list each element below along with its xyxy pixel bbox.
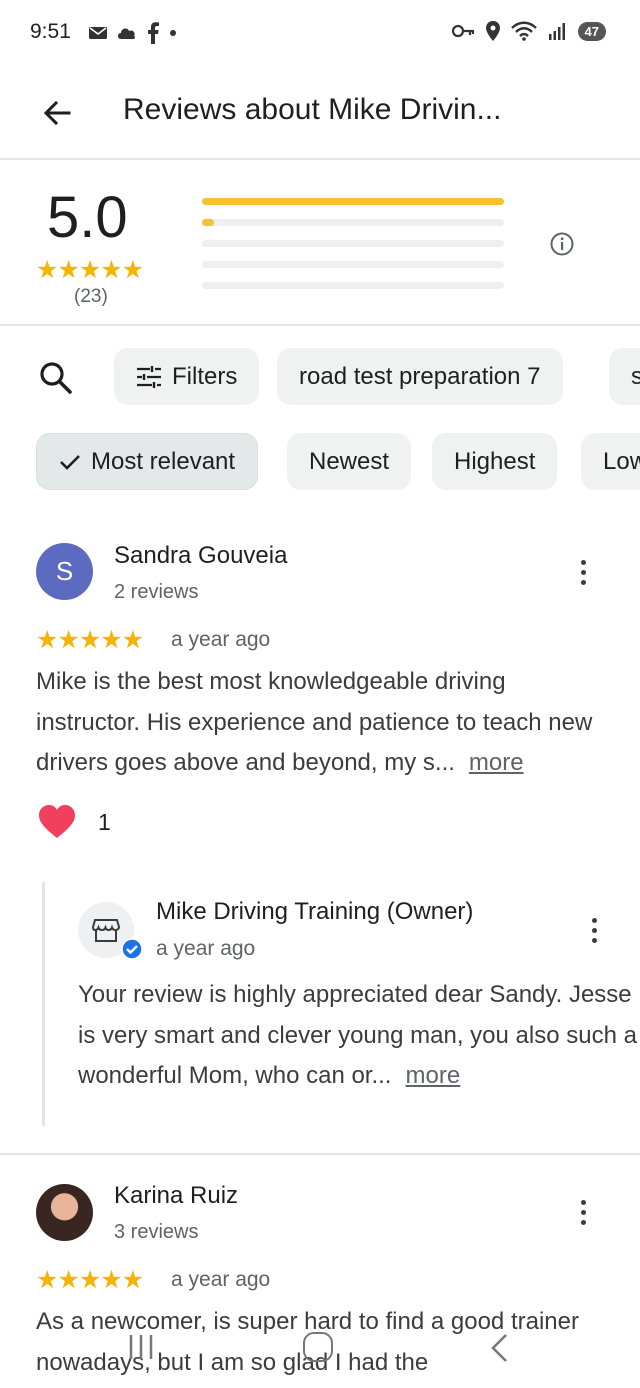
rating-bar-5 [202, 198, 504, 205]
info-icon[interactable] [549, 231, 575, 257]
more-options-button[interactable] [570, 552, 596, 592]
review-stars: ★★★★★ [36, 1266, 144, 1294]
sort-chip-newest[interactable]: Newest [287, 433, 412, 490]
status-time: 9:51 [30, 20, 71, 43]
more-link[interactable]: more [469, 749, 524, 776]
facebook-icon [148, 22, 159, 44]
sort-chip-label: Highest [454, 447, 536, 475]
heart-icon [39, 805, 75, 838]
reaction-count: 1 [98, 808, 111, 835]
arrow-back-icon [43, 100, 71, 126]
avatar[interactable]: S [36, 543, 93, 600]
average-stars: ★★★★★ [36, 256, 144, 284]
cloud-icon [118, 28, 136, 39]
sort-chip-label: Low [603, 447, 640, 475]
topic-chip-label: road test preparation 7 [299, 362, 541, 390]
wifi-icon [510, 21, 537, 41]
nav-back-icon[interactable] [488, 1332, 512, 1364]
dot-icon [170, 30, 176, 36]
sort-chip-lowest[interactable]: Low [581, 433, 640, 490]
owner-reply-text: Your review is highly appreciated dear S… [78, 975, 638, 1097]
avatar-letter: S [55, 556, 74, 586]
notification-icons [88, 22, 178, 44]
rating-bar-fill [202, 198, 504, 205]
page-title: Reviews about Mike Drivin... [123, 93, 502, 126]
owner-more-options-button[interactable] [581, 910, 607, 950]
sort-chip-row: Most relevant Newest Highest Low [0, 433, 640, 491]
filters-chip[interactable]: Filters [114, 348, 260, 405]
review-card: S Sandra Gouveia 2 reviews ★★★★★ a year … [0, 520, 640, 1150]
filter-chip-row: Filters road test preparation 7 s [0, 348, 640, 406]
check-icon [60, 454, 80, 470]
review-count: (23) [74, 286, 108, 307]
owner-name: Mike Driving Training (Owner) [156, 898, 474, 925]
app-bar: Reviews about Mike Drivin... [0, 66, 640, 160]
rating-bar-fill [202, 219, 215, 226]
signal-icon [548, 23, 565, 40]
review-stars: ★★★★★ [36, 626, 144, 654]
reaction-row[interactable]: 1 [38, 805, 111, 839]
more-options-button[interactable] [570, 1192, 596, 1232]
system-nav-bar [0, 1318, 640, 1388]
sort-chip-label: Most relevant [91, 447, 236, 475]
rating-bar-4 [202, 219, 504, 226]
reviewer-meta: 3 reviews [114, 1221, 199, 1243]
system-icons: 47 [451, 20, 606, 42]
status-bar: 9:51 47 [0, 0, 640, 66]
topic-chip-next-label: s [631, 362, 640, 390]
sort-chip-label: Newest [309, 447, 390, 475]
owner-reply-body: Your review is highly appreciated dear S… [78, 981, 637, 1089]
search-icon[interactable] [36, 358, 76, 398]
review-date: a year ago [171, 1268, 271, 1291]
topic-chip-road-test[interactable]: road test preparation 7 [277, 348, 563, 405]
rating-bar-1 [202, 282, 504, 289]
topic-chip-next[interactable]: s [609, 348, 640, 405]
tune-icon [137, 365, 161, 388]
verified-badge-icon [121, 938, 143, 960]
average-rating: 5.0 [47, 185, 128, 250]
battery-indicator: 47 [577, 21, 606, 41]
storefront-icon [92, 919, 120, 942]
rating-summary: 5.0 ★★★★★ (23) [0, 162, 640, 326]
back-button[interactable] [34, 90, 80, 136]
sort-chip-highest[interactable]: Highest [432, 433, 558, 490]
rating-bar-2 [202, 261, 504, 268]
mail-icon [89, 27, 107, 39]
filters-chip-label: Filters [172, 362, 238, 390]
owner-reply-date: a year ago [156, 937, 256, 960]
reviewer-name[interactable]: Sandra Gouveia [114, 542, 287, 570]
rating-distribution [202, 198, 504, 303]
key-icon [451, 24, 474, 38]
review-date: a year ago [171, 628, 271, 651]
recents-icon[interactable] [126, 1332, 156, 1362]
location-icon [485, 21, 500, 41]
rating-bar-3 [202, 240, 504, 247]
reviewer-name[interactable]: Karina Ruiz [114, 1182, 238, 1210]
avatar[interactable] [36, 1184, 93, 1241]
review-divider [0, 1153, 640, 1155]
review-text: Mike is the best most knowledgeable driv… [36, 662, 616, 784]
sort-chip-most-relevant[interactable]: Most relevant [36, 433, 259, 490]
owner-more-link[interactable]: more [405, 1062, 460, 1089]
reviewer-meta: 2 reviews [114, 581, 199, 603]
owner-reply: Mike Driving Training (Owner) a year ago… [42, 882, 640, 1126]
home-icon[interactable] [303, 1332, 333, 1362]
